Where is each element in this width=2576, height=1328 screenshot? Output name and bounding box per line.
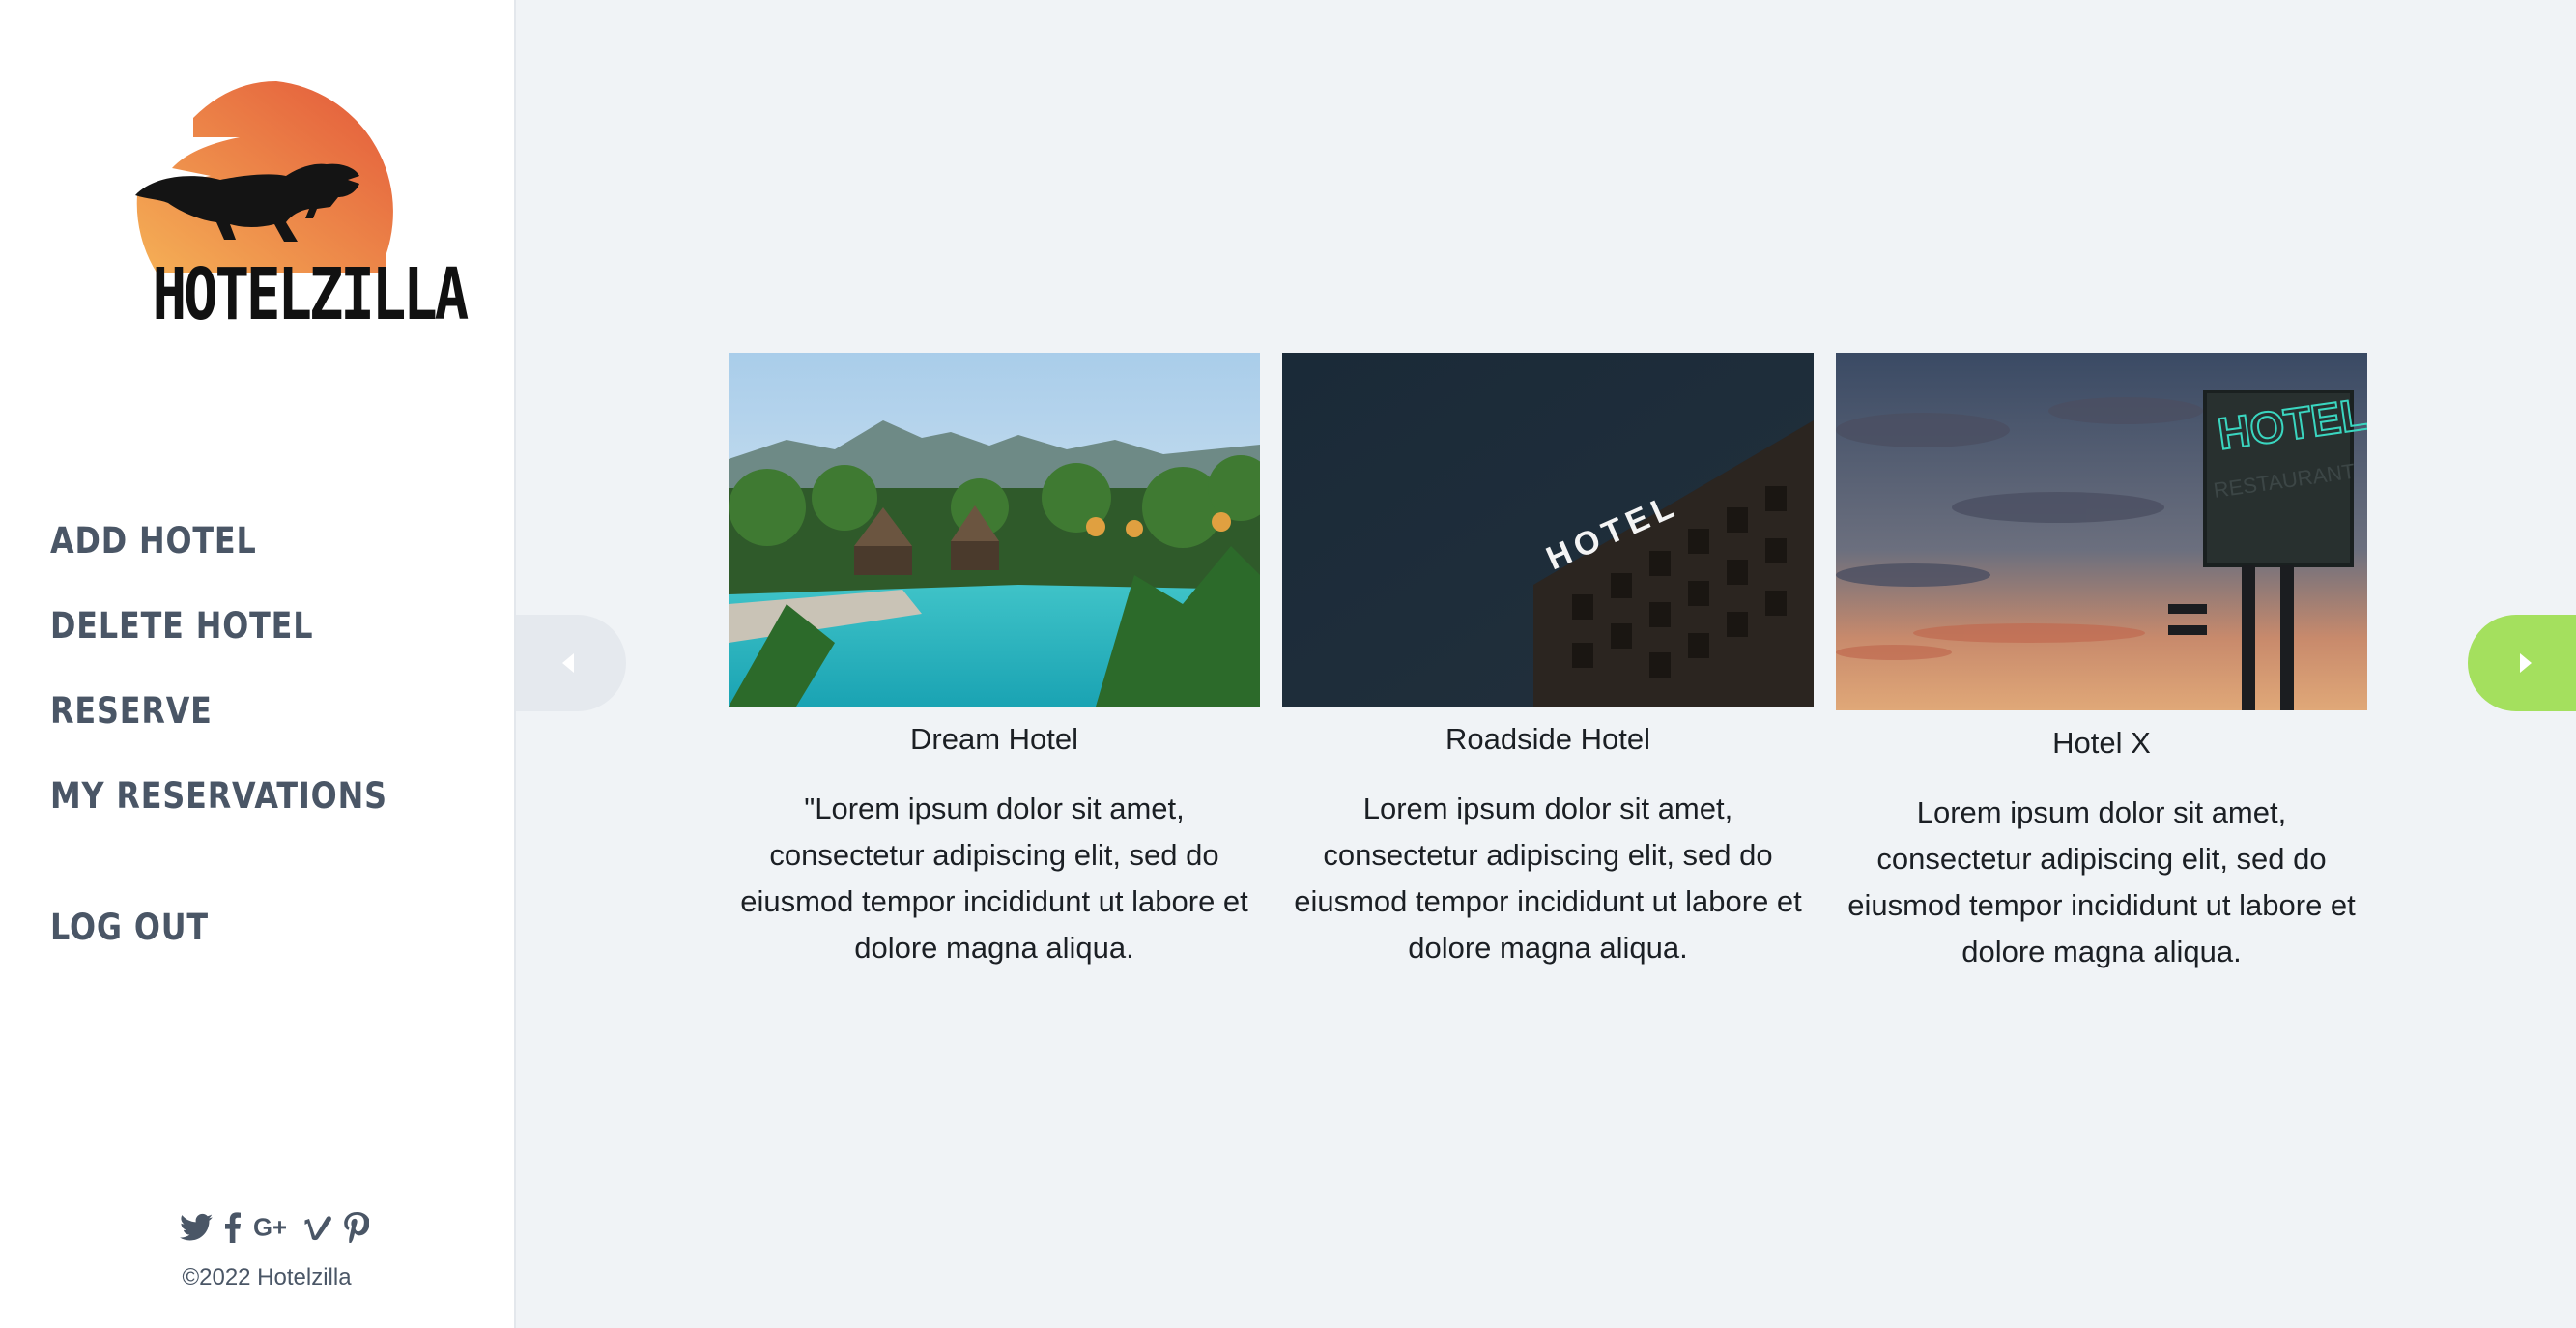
nav-my-reservations[interactable]: MY RESERVATIONS bbox=[50, 773, 387, 858]
sidebar-nav: ADD HOTEL DELETE HOTEL RESERVE MY RESERV… bbox=[50, 518, 443, 990]
hotel-name: Roadside Hotel bbox=[1445, 722, 1650, 756]
logo-sun-dinosaur-icon bbox=[135, 81, 393, 273]
chevron-left-icon bbox=[562, 653, 574, 673]
hotel-description: "Lorem ipsum dolor sit amet, consectetur… bbox=[740, 792, 1248, 965]
facebook-icon[interactable] bbox=[224, 1212, 242, 1243]
nav-log-out[interactable]: LOG OUT bbox=[50, 905, 387, 990]
hotel-image-roadside[interactable]: HOTEL bbox=[1282, 353, 1814, 707]
sidebar: HOTELZILLA ADD HOTEL DELETE HOTEL RESERV… bbox=[0, 0, 516, 1328]
hotel-image-hotel-x[interactable]: HOTEL RESTAURANT bbox=[1836, 353, 2367, 710]
carousel-next-button[interactable] bbox=[2468, 615, 2576, 711]
nav-add-hotel[interactable]: ADD HOTEL bbox=[50, 518, 387, 603]
svg-text:G+: G+ bbox=[253, 1215, 287, 1242]
nav-reserve[interactable]: RESERVE bbox=[50, 688, 387, 773]
hotel-card[interactable]: HOTEL RESTAURANT Hotel X Lorem ipsum dol… bbox=[1836, 353, 2367, 975]
hotel-name: Dream Hotel bbox=[910, 722, 1078, 756]
logo-wordmark: HOTELZILLA bbox=[152, 253, 470, 336]
nav-delete-hotel[interactable]: DELETE HOTEL bbox=[50, 603, 387, 688]
hotel-description: Lorem ipsum dolor sit amet, consectetur … bbox=[1847, 795, 2356, 968]
hotelzilla-logo[interactable]: HOTELZILLA bbox=[124, 79, 470, 350]
vimeo-icon[interactable] bbox=[303, 1213, 332, 1242]
hotel-name: Hotel X bbox=[2052, 726, 2151, 760]
hotel-image-dream[interactable] bbox=[729, 353, 1260, 707]
twitter-icon[interactable] bbox=[180, 1213, 213, 1242]
chevron-right-icon bbox=[2520, 653, 2532, 673]
copyright-text: ©2022 Hotelzilla bbox=[182, 1264, 352, 1290]
carousel-prev-button[interactable] bbox=[516, 615, 626, 711]
hotel-description: Lorem ipsum dolor sit amet, consectetur … bbox=[1294, 792, 1802, 965]
social-links: G+ bbox=[180, 1212, 369, 1243]
hotel-card[interactable]: HOTEL Roadside Hotel Lorem ipsum dolor s… bbox=[1282, 353, 1814, 971]
pinterest-icon[interactable] bbox=[344, 1212, 369, 1243]
hotel-card[interactable]: Dream Hotel "Lorem ipsum dolor sit amet,… bbox=[729, 353, 1260, 971]
google-plus-icon[interactable]: G+ bbox=[253, 1213, 292, 1242]
